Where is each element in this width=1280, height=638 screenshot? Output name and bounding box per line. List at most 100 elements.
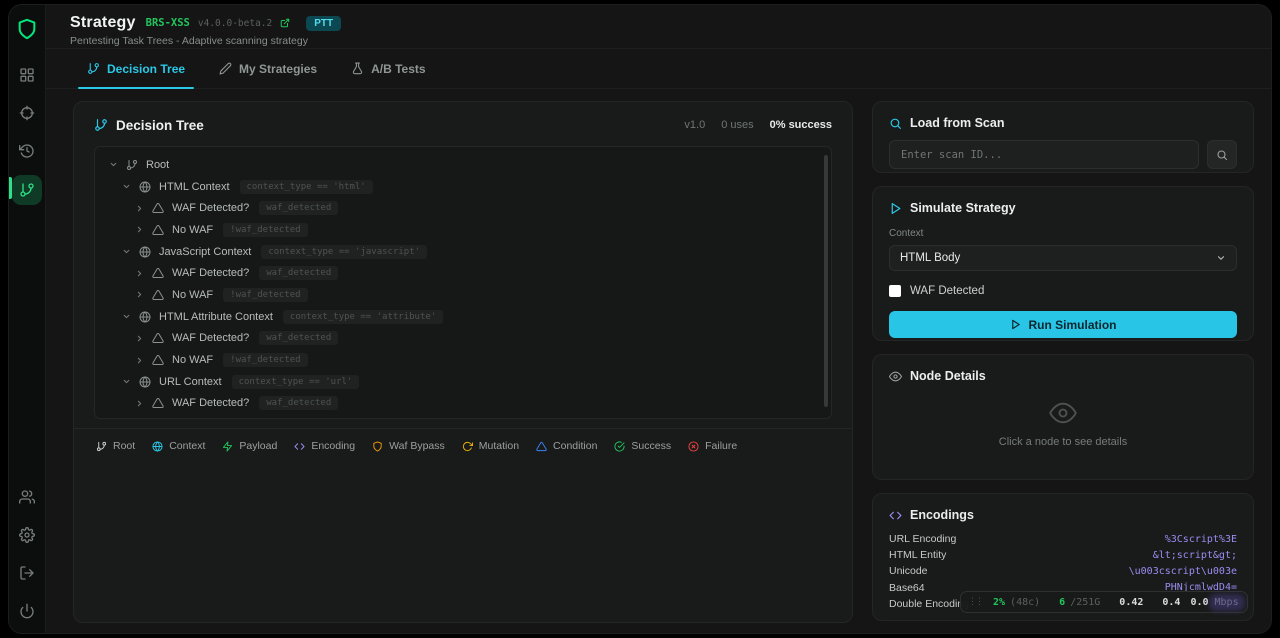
scan-search-button[interactable]	[1207, 140, 1237, 169]
sidebar-item-logout[interactable]	[19, 565, 35, 581]
triangle-icon	[152, 332, 164, 344]
chevron-down-icon[interactable]	[122, 312, 131, 321]
scan-id-input[interactable]	[889, 140, 1199, 169]
chevron-right-icon[interactable]	[135, 399, 144, 408]
chevron-down-icon[interactable]	[122, 247, 131, 256]
play-icon	[1010, 319, 1021, 330]
encoding-label: HTML Entity	[889, 549, 947, 562]
chevron-right-icon[interactable]	[135, 356, 144, 365]
context-field-label: Context	[889, 228, 924, 239]
tree-node-row[interactable]: WAF Detected? waf_detected	[101, 393, 825, 415]
sidebar-item-scans[interactable]	[19, 105, 35, 121]
load-average: 0.42	[1119, 596, 1144, 608]
triangle-icon	[152, 397, 164, 409]
x-circle-icon	[688, 440, 699, 452]
node-type-legend: Root Context Payload Encoding Waf Bypass…	[94, 440, 832, 452]
waf-detected-checkbox-row[interactable]: WAF Detected	[889, 285, 1237, 297]
ptt-badge: PTT	[306, 15, 342, 31]
tree-node-row[interactable]: Root	[101, 154, 825, 176]
tree-node-row[interactable]: HTML Attribute Context context_type == '…	[101, 306, 825, 328]
node-condition-badge: context_type == 'attribute'	[282, 309, 444, 324]
app-window: Strategy BRS-XSS v4.0.0-beta.2 PTT Pente…	[8, 4, 1272, 634]
run-simulation-button[interactable]: Run Simulation	[889, 311, 1237, 338]
encoding-value: &lt;script&gt;	[1152, 549, 1237, 561]
triangle-icon	[152, 354, 164, 366]
sidebar-item-dashboard[interactable]	[19, 67, 35, 83]
node-condition-badge: waf_detected	[259, 331, 339, 346]
net-down: 0.4	[1162, 596, 1181, 608]
tree-node-row[interactable]: No WAF !waf_detected	[101, 219, 825, 241]
legend-item: Context	[152, 440, 205, 452]
shield-icon	[372, 440, 383, 452]
chevron-right-icon[interactable]	[135, 334, 144, 343]
tab[interactable]: My Strategies	[202, 49, 334, 88]
waf-detected-checkbox[interactable]	[889, 285, 901, 297]
sidebar-item-settings[interactable]	[19, 527, 35, 543]
node-condition-badge: !waf_detected	[223, 287, 308, 302]
triangle-icon	[152, 224, 164, 236]
tree-node-row[interactable]: No WAF !waf_detected	[101, 284, 825, 306]
tree-node-label: WAF Detected?	[172, 332, 250, 345]
chevron-right-icon[interactable]	[135, 225, 144, 234]
divider	[74, 428, 852, 429]
empty-state-text: Click a node to see details	[998, 436, 1128, 448]
tree-node-row[interactable]: WAF Detected? waf_detected	[101, 262, 825, 284]
git-branch-icon	[94, 118, 108, 132]
encoding-row: URL Encoding %3Cscript%3E	[889, 531, 1237, 547]
tree-node-label: WAF Detected?	[172, 267, 250, 280]
context-select[interactable]: HTML Body	[889, 245, 1237, 271]
legend-label: Success	[631, 440, 672, 452]
legend-item: Mutation	[462, 440, 519, 452]
product-name: BRS-XSS	[145, 17, 190, 29]
system-status-toast[interactable]: ⋮⋮ 2% (48c) 6 /251G 0.42 0.4 0.0 Mbps	[960, 591, 1248, 613]
tree-node-label: No WAF	[172, 223, 214, 236]
tree-node-row[interactable]: URL Context context_type == 'url'	[101, 371, 825, 393]
tree-node-label: No WAF	[172, 288, 214, 301]
tree-node-row[interactable]: No WAF !waf_detected	[101, 349, 825, 371]
strategy-version: v1.0	[684, 119, 706, 131]
encoding-label: Unicode	[889, 565, 928, 578]
ram-total: /251G	[1070, 596, 1101, 608]
tree-node-row[interactable]: HTML Context context_type == 'html'	[101, 176, 825, 198]
legend-label: Waf Bypass	[389, 440, 445, 452]
legend-label: Condition	[553, 440, 598, 452]
chevron-right-icon[interactable]	[135, 204, 144, 213]
sidebar-item-users[interactable]	[19, 489, 35, 505]
globe-icon	[139, 181, 151, 193]
chevron-down-icon[interactable]	[122, 182, 131, 191]
encoding-value: %3Cscript%3E	[1164, 533, 1237, 545]
eye-icon	[889, 370, 902, 383]
scrollbar-thumb[interactable]	[824, 155, 828, 407]
tab-bar: Decision Tree My Strategies A/B Tests	[46, 49, 1271, 89]
tab[interactable]: A/B Tests	[334, 49, 442, 88]
triangle-icon	[152, 267, 164, 279]
drag-handle-icon[interactable]: ⋮⋮	[968, 597, 984, 607]
chevron-down-icon[interactable]	[122, 377, 131, 386]
sidebar-item-history[interactable]	[19, 143, 35, 159]
check-circle-icon	[614, 440, 625, 452]
external-link-icon[interactable]	[280, 18, 290, 28]
sidebar	[9, 5, 46, 633]
tree-node-row[interactable]: WAF Detected? waf_detected	[101, 328, 825, 350]
node-condition-badge: waf_detected	[259, 396, 339, 411]
tab-label: A/B Tests	[371, 61, 426, 76]
decision-tree-panel: Decision Tree v1.0 0 uses 0% success Roo…	[73, 101, 853, 623]
git-branch-icon	[19, 182, 35, 198]
chevron-right-icon[interactable]	[135, 290, 144, 299]
tree-node-row[interactable]: JavaScript Context context_type == 'java…	[101, 241, 825, 263]
legend-label: Encoding	[311, 440, 356, 452]
tab-label: Decision Tree	[107, 61, 186, 76]
ram-used: 6	[1059, 596, 1066, 608]
tab[interactable]: Decision Tree	[70, 49, 202, 89]
active-nav-indicator	[9, 177, 12, 199]
page-subtitle: Pentesting Task Trees - Adaptive scannin…	[70, 35, 308, 47]
sidebar-item-power[interactable]	[19, 603, 35, 619]
tree-node-row[interactable]: WAF Detected? waf_detected	[101, 197, 825, 219]
chevron-down-icon[interactable]	[109, 160, 118, 169]
chevron-right-icon[interactable]	[135, 269, 144, 278]
zap-icon	[222, 440, 233, 452]
sidebar-item-strategy[interactable]	[12, 175, 42, 205]
search-icon	[1216, 149, 1228, 161]
tree-node-label: JavaScript Context	[159, 245, 252, 258]
search-icon	[889, 117, 902, 130]
